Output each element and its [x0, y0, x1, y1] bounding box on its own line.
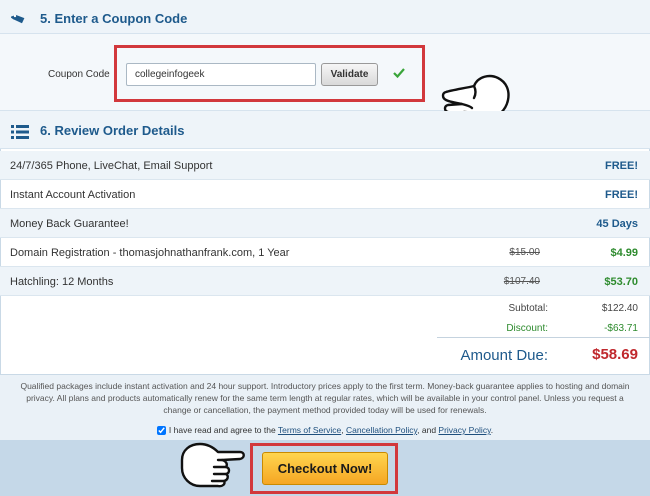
- order-row: Money Back Guarantee! 45 Days: [0, 209, 650, 238]
- pointing-hand-icon: [180, 442, 245, 488]
- review-section-title: 6. Review Order Details: [40, 123, 185, 138]
- order-row: Instant Account Activation FREE!: [0, 180, 650, 209]
- terms-footer: Qualified packages include instant activ…: [0, 374, 650, 440]
- terms-of-service-link[interactable]: Terms of Service: [278, 425, 341, 435]
- separator: , and: [417, 425, 439, 435]
- amount-due-label: Amount Due:: [460, 347, 548, 364]
- tag-icon: [11, 14, 25, 24]
- order-row: Domain Registration - thomasjohnathanfra…: [0, 238, 650, 267]
- row-description: Domain Registration - thomasjohnathanfra…: [10, 247, 290, 259]
- agree-text: I have read and agree to the: [168, 425, 278, 435]
- fine-print: Qualified packages include instant activ…: [20, 381, 630, 415]
- validate-button[interactable]: Validate: [321, 63, 378, 86]
- row-price: FREE!: [605, 160, 638, 172]
- list-icon: [11, 125, 29, 139]
- agree-row: I have read and agree to the Terms of Se…: [0, 425, 650, 436]
- coupon-section-title: 5. Enter a Coupon Code: [40, 11, 188, 26]
- cancellation-policy-link[interactable]: Cancellation Policy: [346, 425, 417, 435]
- discount-value: -$63.71: [604, 323, 638, 334]
- row-description: Money Back Guarantee!: [10, 218, 129, 230]
- order-totals: Subtotal: $122.40 Discount: -$63.71 Amou…: [0, 296, 650, 374]
- discount-label: Discount:: [506, 323, 548, 334]
- order-row: Hatchling: 12 Months $107.40 $53.70: [0, 267, 650, 296]
- review-section-header: 6. Review Order Details: [0, 111, 650, 149]
- divider: [437, 337, 650, 338]
- order-row: 24/7/365 Phone, LiveChat, Email Support …: [0, 151, 650, 180]
- subtotal-value: $122.40: [601, 303, 638, 314]
- period: .: [490, 425, 494, 435]
- coupon-code-label: Coupon Code: [48, 69, 110, 80]
- agree-checkbox[interactable]: [156, 426, 166, 436]
- checkout-area: Checkout Now!: [0, 440, 650, 496]
- checkmark-icon: [393, 68, 405, 79]
- privacy-policy-link[interactable]: Privacy Policy: [438, 425, 490, 435]
- checkout-button[interactable]: Checkout Now!: [262, 452, 388, 485]
- row-price: FREE!: [605, 189, 638, 201]
- row-description: Hatchling: 12 Months: [10, 276, 114, 288]
- coupon-area: Coupon Code Validate: [0, 34, 650, 111]
- row-description: 24/7/365 Phone, LiveChat, Email Support: [10, 160, 213, 172]
- row-price: $53.70: [604, 276, 638, 288]
- row-original-price: $107.40: [503, 276, 540, 287]
- coupon-code-input[interactable]: [126, 63, 316, 86]
- row-price: $4.99: [610, 247, 638, 259]
- amount-due-value: $58.69: [592, 346, 638, 363]
- coupon-section-header: 5. Enter a Coupon Code: [0, 0, 650, 34]
- row-description: Instant Account Activation: [10, 189, 136, 201]
- row-original-price: $15.00: [509, 247, 540, 258]
- subtotal-label: Subtotal:: [508, 303, 548, 314]
- row-price: 45 Days: [596, 218, 638, 230]
